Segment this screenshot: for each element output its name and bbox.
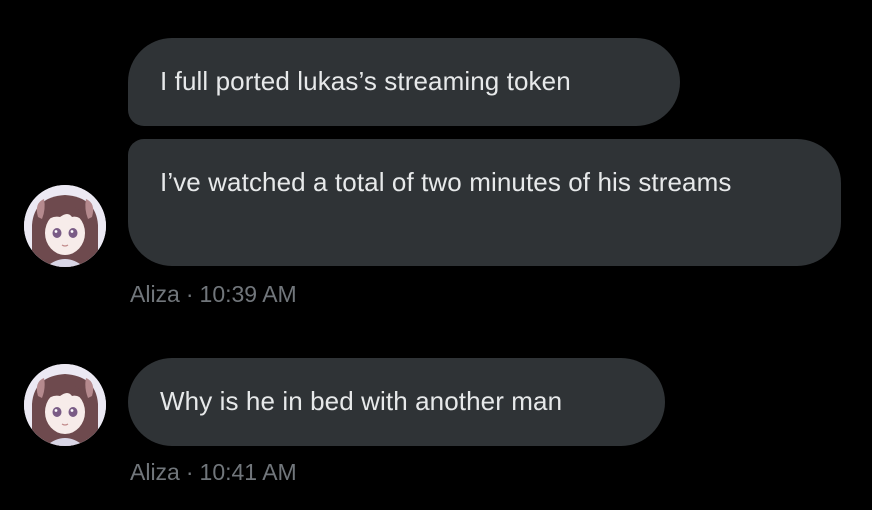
message-bubble[interactable]: I full ported lukas’s streaming token <box>128 38 680 126</box>
message-timestamp: 10:39 AM <box>199 281 297 307</box>
message-text: I full ported lukas’s streaming token <box>160 66 571 96</box>
message-text: Why is he in bed with another man <box>160 386 563 416</box>
sender-name[interactable]: Aliza <box>130 459 180 485</box>
avatar[interactable] <box>24 185 106 267</box>
message-meta: Aliza · 10:41 AM <box>130 458 297 486</box>
meta-separator: · <box>185 459 194 485</box>
anime-girl-avatar-icon <box>24 364 106 446</box>
anime-girl-avatar-icon <box>24 185 106 267</box>
message-bubble[interactable]: I’ve watched a total of two minutes of h… <box>128 139 841 266</box>
sender-name[interactable]: Aliza <box>130 281 180 307</box>
message-timestamp: 10:41 AM <box>199 459 297 485</box>
message-meta: Aliza · 10:39 AM <box>130 280 297 308</box>
avatar[interactable] <box>24 364 106 446</box>
message-text: I’ve watched a total of two minutes of h… <box>160 167 732 197</box>
message-bubble[interactable]: Why is he in bed with another man <box>128 358 665 446</box>
meta-separator: · <box>185 281 194 307</box>
